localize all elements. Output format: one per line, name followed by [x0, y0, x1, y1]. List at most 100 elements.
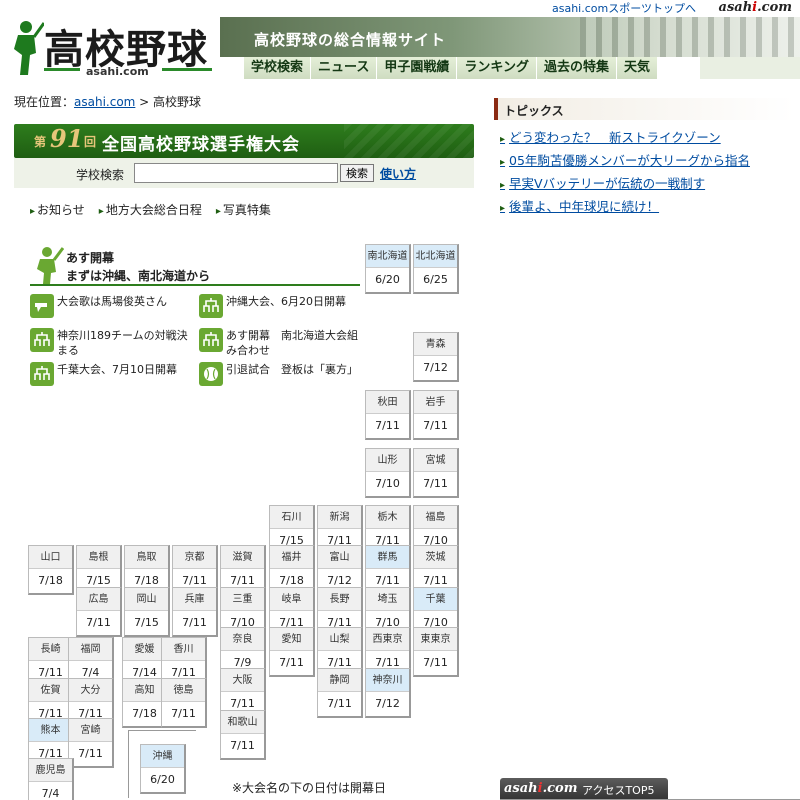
pref-miyazaki[interactable]: 宮崎 7/11 [68, 718, 114, 768]
pref-kitahokkaido[interactable]: 北北海道 6/25 [413, 244, 459, 294]
pref-name: 神奈川 [366, 669, 409, 692]
top-bar: asahi.comスポーツトップへ asahi.com [0, 0, 800, 17]
bracket-icon [199, 294, 223, 318]
pref-name: 茨城 [414, 546, 457, 569]
news-item[interactable]: 千葉大会、7月10日開幕 [30, 362, 200, 386]
asahi-logo-part: .com [757, 0, 792, 15]
pref-okinawa[interactable]: 沖縄 6/20 [140, 744, 186, 794]
nav-ranking[interactable]: ランキング [457, 57, 538, 79]
pref-shizuoka[interactable]: 静岡 7/11 [317, 668, 363, 718]
pref-name: 福岡 [69, 638, 112, 661]
nav-past-features[interactable]: 過去の特集 [537, 57, 618, 79]
pref-name: 佐賀 [29, 679, 72, 702]
pref-minamihokkaido[interactable]: 南北海道 6/20 [365, 244, 411, 294]
pref-kagoshima[interactable]: 鹿児島 7/4 [28, 758, 74, 800]
nav-news[interactable]: ニュース [311, 57, 378, 79]
news-item[interactable]: 大会歌は馬場俊英さん [30, 294, 200, 318]
pref-name: 長崎 [29, 638, 72, 661]
pref-name: 香川 [162, 638, 205, 661]
pref-name: 福島 [414, 506, 457, 529]
topic-link[interactable]: 後輩よ、中年球児に続け！ [500, 196, 659, 215]
nav-school-search[interactable]: 学校検索 [244, 57, 312, 79]
pref-name: 富山 [318, 546, 361, 569]
news-item[interactable]: 神奈川189チームの対戦決まる [30, 328, 190, 358]
link-schedule[interactable]: 地方大会総合日程 [99, 201, 202, 218]
topic-link[interactable]: どう変わった？ 新ストライクゾーン [500, 127, 721, 146]
pref-date: 7/11 [423, 477, 448, 490]
pref-name: 大阪 [221, 669, 264, 692]
pref-okayama[interactable]: 岡山 7/15 [124, 587, 170, 637]
access-top5-header: asahi.com アクセスTOP5 [500, 778, 668, 800]
pref-aichi[interactable]: 愛知 7/11 [269, 627, 315, 677]
search-button[interactable]: 検索 [340, 164, 374, 182]
pref-name: 群馬 [366, 546, 409, 569]
banner-texture [344, 124, 474, 158]
search-label: 学校検索 [76, 168, 125, 182]
pref-name: 鳥取 [125, 546, 168, 569]
pref-name: 宮崎 [69, 719, 112, 742]
pref-name: 奈良 [221, 628, 264, 651]
pref-aomori[interactable]: 青森 7/12 [413, 332, 459, 382]
pref-name: 千葉 [414, 588, 457, 611]
news-item[interactable]: あす開幕 南北海道大会組み合わせ [199, 328, 359, 358]
pref-yamaguchi[interactable]: 山口 7/18 [28, 545, 74, 595]
search-help-link[interactable]: 使い方 [380, 165, 416, 182]
pref-date: 7/15 [134, 616, 159, 629]
pref-higashitokyo[interactable]: 東東京 7/11 [413, 627, 459, 677]
topic-link[interactable]: 05年駒苫優勝メンバーが大リーグから指名 [500, 150, 750, 169]
pref-hiroshima[interactable]: 広島 7/11 [76, 587, 122, 637]
pref-miyagi[interactable]: 宮城 7/11 [413, 448, 459, 498]
pref-kanagawa[interactable]: 神奈川 7/12 [365, 668, 411, 718]
pref-name: 山口 [29, 546, 72, 569]
pref-hyogo[interactable]: 兵庫 7/11 [172, 587, 218, 637]
pref-date: 6/25 [423, 273, 448, 286]
pref-date: 7/11 [423, 656, 448, 669]
access-top5-label: アクセスTOP5 [582, 784, 655, 797]
tournament-banner[interactable]: 第 91 回 全国高校野球選手権大会 [14, 124, 474, 158]
pref-tokushima[interactable]: 徳島 7/11 [161, 678, 207, 728]
link-photos[interactable]: 写真特集 [216, 201, 271, 218]
pref-name: 北北海道 [414, 245, 457, 268]
pref-date: 7/11 [375, 419, 400, 432]
news-item-text: あす開幕 南北海道大会組み合わせ [226, 329, 358, 357]
map-footnote: ※大会名の下の日付は開幕日 [232, 781, 387, 795]
bracket-icon [30, 328, 54, 352]
pref-iwate[interactable]: 岩手 7/11 [413, 390, 459, 440]
site-logo[interactable]: 高校野球 asahi.com [4, 19, 216, 81]
pref-name: 青森 [414, 333, 457, 356]
pref-name: 愛知 [270, 628, 313, 651]
pref-name: 島根 [77, 546, 120, 569]
pref-name: 京都 [173, 546, 216, 569]
pref-date: 7/11 [230, 739, 255, 752]
school-search-input[interactable] [134, 163, 338, 183]
tournament-dai: 第 [34, 135, 47, 149]
pref-date: 7/18 [38, 574, 63, 587]
link-notices[interactable]: お知らせ [30, 201, 85, 218]
nav-koshien-results[interactable]: 甲子園戦績 [377, 57, 458, 79]
logo-divider [44, 68, 80, 71]
pref-date: 7/18 [132, 707, 157, 720]
pref-yamagata[interactable]: 山形 7/10 [365, 448, 411, 498]
pref-wakayama[interactable]: 和歌山 7/11 [220, 710, 266, 760]
pref-date: 7/11 [182, 616, 207, 629]
pref-date: 7/11 [423, 419, 448, 432]
pref-date: 7/12 [423, 361, 448, 374]
pref-akita[interactable]: 秋田 7/11 [365, 390, 411, 440]
pref-name: 埼玉 [366, 588, 409, 611]
pref-date: 6/20 [150, 773, 175, 786]
news-headline-2[interactable]: まずは沖縄、南北海道から [66, 267, 210, 284]
nav-weather[interactable]: 天気 [617, 57, 659, 79]
sports-top-link[interactable]: asahi.comスポーツトップへ [552, 0, 696, 16]
news-item[interactable]: 沖縄大会、6月20日開幕 [199, 294, 369, 318]
bracket-icon [199, 328, 223, 352]
news-item[interactable]: 引退試合 登板は「裏方」 [199, 362, 369, 386]
pref-name: 福井 [270, 546, 313, 569]
baseball-icon [199, 362, 223, 386]
breadcrumb-home-link[interactable]: asahi.com [74, 95, 135, 109]
topic-link[interactable]: 早実Vバッテリーが伝統の一戦制す [500, 173, 705, 192]
asahi-logo[interactable]: asahi.com [719, 0, 792, 15]
news-item-text: 大会歌は馬場俊英さん [57, 295, 167, 308]
logo-subtitle: asahi.com [86, 65, 149, 78]
breadcrumb-current: 高校野球 [153, 95, 202, 109]
news-headline-1[interactable]: あす開幕 [66, 249, 114, 266]
